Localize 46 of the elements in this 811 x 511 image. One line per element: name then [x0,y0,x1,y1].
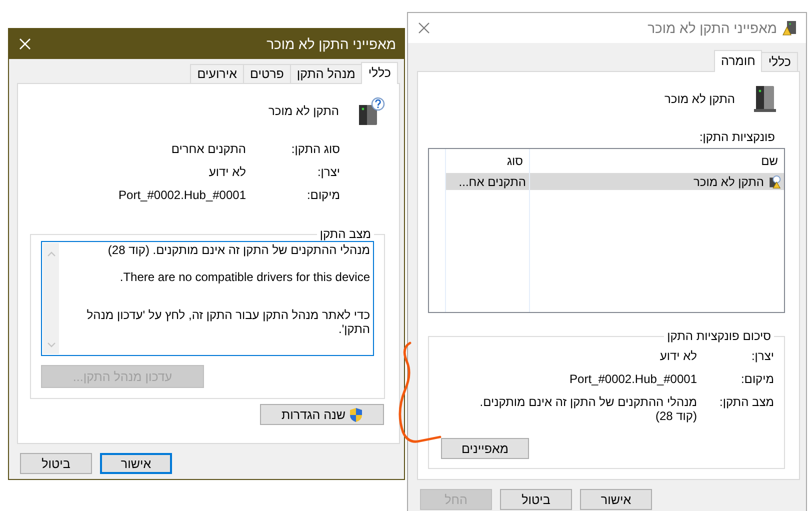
tab[interactable]: כללי [361,62,398,84]
properties-button[interactable]: מאפיינים [441,438,529,459]
tab[interactable]: חומרה [714,50,762,72]
field-value: לא ידוע [208,165,246,180]
field-value: לא ידוע [658,349,697,363]
status-text: מנהלי ההתקנים של התקן זה אינם מותקנים. (קוד 28) [106,243,370,257]
group-title: סיכום פונקציות התקן [666,329,772,343]
window-title: מאפייני התקן לא מוכר [648,20,777,36]
device-name: התקן לא מוכר [268,104,339,118]
field-value: Port_#0002.Hub_#0001 [118,188,246,203]
tab[interactable]: מנהל התקן [290,64,362,83]
device-name: התקן לא מוכר [664,92,735,106]
change-settings-button[interactable]: שנה הגדרות [260,404,384,425]
device-warning-icon [767,174,781,188]
window-title: מאפייני התקן לא מוכר [266,36,396,52]
device-question-icon [357,97,385,127]
dialog-button[interactable]: אישור [580,489,652,510]
field-label: יצרן: [316,165,340,180]
tab[interactable]: כללי [761,52,798,71]
tab[interactable]: אירועים [190,64,244,83]
shield-icon [348,406,363,422]
close-icon[interactable] [418,22,430,34]
field-label: מיקום: [740,372,774,386]
status-text: כדי לאתר מנהל התקן עבור התקן זה, לחץ על 'עדכון מנהל התקן'. [86,308,370,336]
device-icon [753,85,777,113]
field-label: מצב התקן: [718,395,774,411]
column-header[interactable]: שם [530,149,784,173]
dialog-button[interactable]: ביטול [20,453,92,474]
field-value: מנהלי ההתקנים של התקן זה אינם מותקנים. (קוד 28) [478,395,697,423]
field-value: Port_#0002.Hub_#0001 [568,372,697,386]
group-title: מצב התקן [318,227,372,241]
dialog-button[interactable]: אישור [100,453,172,474]
table-cell: התקן לא מוכר [694,174,764,188]
scroll-up-icon[interactable] [46,251,56,257]
table-cell: התקנים אח... [458,174,526,188]
field-label: יצרן: [750,349,774,363]
device-warning-icon [782,20,798,36]
status-text: There are no compatible drivers for this device. [118,270,370,284]
field-value: התקנים אחרים [170,142,246,157]
dialog-button[interactable]: ביטול [500,489,572,510]
scroll-down-icon[interactable] [46,342,56,348]
scrollbar[interactable] [43,243,59,354]
functions-label: פונקציות התקן: [698,130,775,144]
table-row[interactable]: התקן לא מוכר התקנים אח... [429,173,784,190]
field-label: מיקום: [306,188,340,203]
field-label: סוג התקן: [290,142,340,157]
